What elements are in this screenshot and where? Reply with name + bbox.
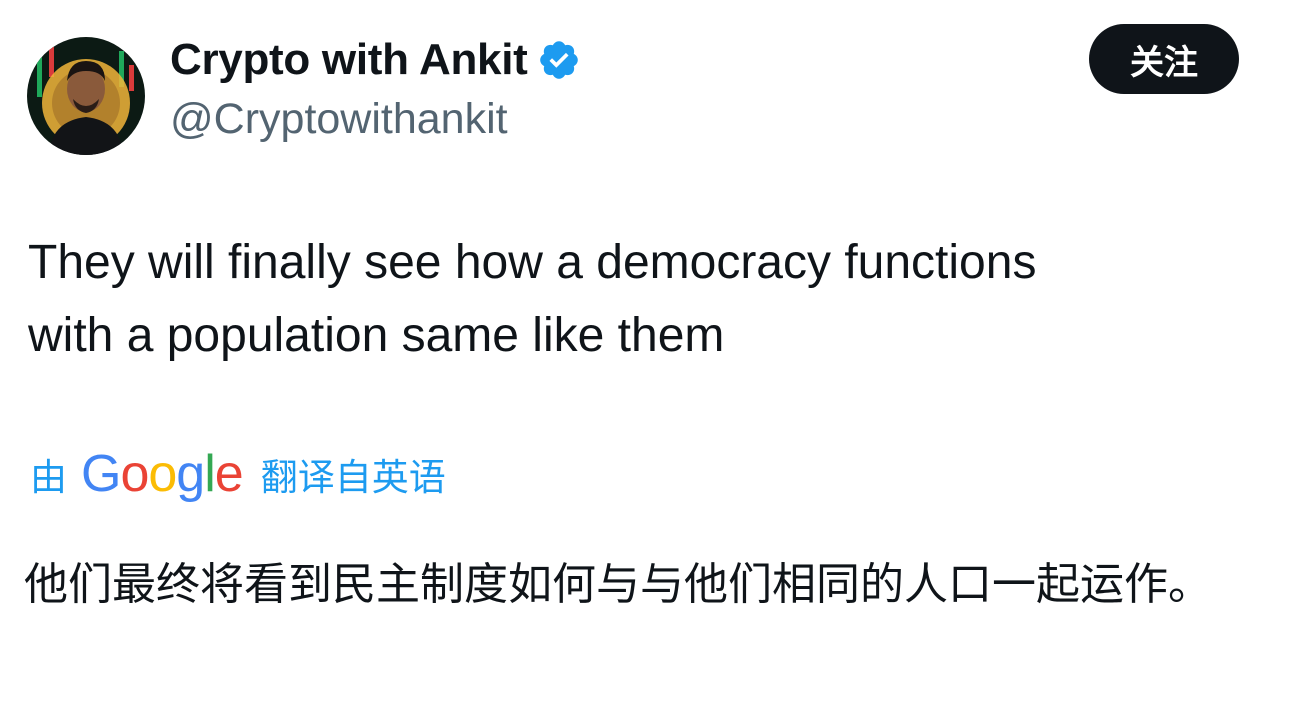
author-name-row[interactable]: Crypto with Ankit — [170, 34, 581, 86]
translation-suffix: 翻译自英语 — [260, 456, 446, 499]
verified-badge-icon — [537, 38, 581, 82]
translation-prefix: 由 — [30, 456, 67, 499]
google-logo: Google — [81, 445, 244, 503]
follow-button[interactable]: 关注 — [1089, 24, 1239, 94]
tweet-text: They will finally see how a democracy fu… — [28, 236, 1037, 362]
author-handle[interactable]: @Cryptowithankit — [170, 93, 508, 145]
avatar-image — [27, 37, 145, 155]
translated-text: 他们最终将看到民主制度如何与与他们相同的人口一起运作。 — [24, 559, 1212, 610]
display-name[interactable]: Crypto with Ankit — [170, 34, 528, 86]
avatar[interactable] — [27, 37, 145, 155]
tweet-card: Crypto with Ankit @Cryptowithankit 关注 Th… — [0, 0, 1290, 722]
translation-attribution[interactable]: 由 Google 翻译自英语 — [30, 444, 446, 504]
